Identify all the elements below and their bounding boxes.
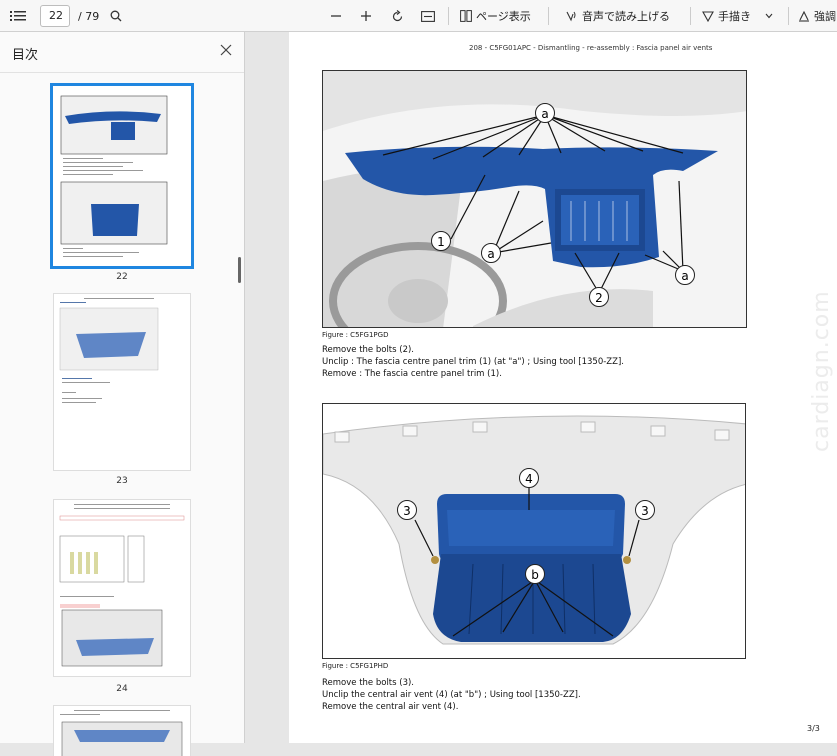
toolbar-divider: [448, 7, 449, 25]
page-view-label: ページ表示: [476, 10, 531, 23]
outline-menu-icon[interactable]: [8, 0, 28, 32]
watermark: cardiagn.com: [809, 290, 834, 452]
instruction-line: Remove the central air vent (4).: [322, 702, 459, 712]
zoom-in-icon[interactable]: [358, 0, 374, 32]
callout-a-right: a: [675, 265, 695, 285]
highlight-button[interactable]: 強調: [798, 0, 836, 32]
thumbnail-number-23: 23: [116, 476, 128, 486]
thumbnail-number-24: 24: [116, 684, 128, 694]
page-number-input[interactable]: 22: [40, 5, 70, 27]
draw-icon: [702, 10, 714, 22]
read-aloud-label: 音声で読み上げる: [582, 10, 670, 23]
callout-2: 2: [589, 287, 609, 307]
page-total: / 79: [78, 9, 100, 23]
toolbar-divider: [788, 7, 789, 25]
instruction-line: Remove the bolts (2).: [322, 345, 415, 355]
sidebar-header: 目次: [0, 32, 244, 73]
page-view-button[interactable]: ページ表示: [460, 0, 531, 32]
callout-4: 4: [519, 468, 539, 488]
figure2-caption: Figure : C5FG1PHD: [322, 662, 389, 670]
draw-button[interactable]: 手描き: [702, 0, 773, 32]
callout-3-left: 3: [397, 500, 417, 520]
figure-central-air-vent: 4 3 3 b: [322, 403, 746, 659]
figure1-caption: Figure : C5FG1PGD: [322, 331, 389, 339]
thumbnail-sidebar: 目次 22 23 24: [0, 32, 245, 756]
thumbnail-preview: [59, 504, 185, 667]
callout-a-top: a: [535, 103, 555, 123]
instruction-line: Remove : The fascia centre panel trim (1…: [322, 369, 502, 379]
sidebar-title: 目次: [12, 48, 39, 63]
rotate-icon[interactable]: [388, 0, 406, 32]
read-aloud-icon: [566, 10, 578, 22]
toolbar-divider: [690, 7, 691, 25]
page-number: 3/3: [807, 724, 820, 733]
fit-page-icon[interactable]: [420, 0, 436, 32]
sidebar-scrollbar[interactable]: [238, 257, 241, 283]
instruction-line: Unclip : The fascia centre panel trim (1…: [322, 357, 624, 367]
callout-b: b: [525, 564, 545, 584]
draw-label: 手描き: [718, 10, 751, 23]
thumbnail-preview: [60, 710, 183, 756]
page-thumbnail-22[interactable]: [53, 86, 191, 266]
highlight-icon: [798, 10, 810, 22]
toolbar-divider: [548, 7, 549, 25]
page-thumbnail-23[interactable]: [54, 294, 190, 470]
close-icon[interactable]: [218, 42, 234, 58]
toolbar: 22 / 79 ページ表示 音声で読み上げる 手描き 強調: [0, 0, 837, 32]
thumbnail-number-22: 22: [116, 272, 128, 282]
page-header: 208 - C5FG01APC - Dismantling - re-assem…: [469, 44, 713, 52]
zoom-out-icon[interactable]: [328, 0, 344, 32]
thumbnail-preview: [60, 95, 168, 257]
search-icon[interactable]: [108, 0, 124, 32]
chevron-down-icon[interactable]: [765, 13, 773, 19]
page-thumbnail-24[interactable]: [54, 500, 190, 676]
highlight-label: 強調: [814, 10, 836, 23]
callout-a-left: a: [481, 243, 501, 263]
thumbnail-preview: [59, 298, 159, 403]
callout-1: 1: [431, 231, 451, 251]
figure-fascia-panel: a 1 a 2 a: [322, 70, 747, 328]
instruction-line: Unclip the central air vent (4) (at "b")…: [322, 690, 581, 700]
page-thumbnail-25[interactable]: [54, 706, 190, 756]
instruction-line: Remove the bolts (3).: [322, 678, 415, 688]
read-aloud-button[interactable]: 音声で読み上げる: [566, 0, 670, 32]
document-viewport[interactable]: 208 - C5FG01APC - Dismantling - re-assem…: [246, 32, 837, 743]
callout-3-right: 3: [635, 500, 655, 520]
document-page: 208 - C5FG01APC - Dismantling - re-assem…: [289, 32, 837, 743]
page-view-icon: [460, 10, 472, 22]
central-air-vent-illustration: [323, 404, 745, 658]
